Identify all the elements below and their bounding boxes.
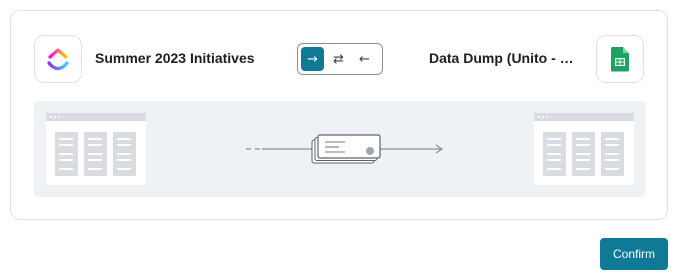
arrows-two-way-icon[interactable]: ⇄ <box>327 47 350 71</box>
google-sheets-logo-icon <box>596 35 644 83</box>
source-board-illustration <box>46 113 146 185</box>
sync-setup-card: Summer 2023 Initiatives → ⇄ ← Data Dump … <box>10 10 668 220</box>
clickup-logo-icon <box>34 35 82 83</box>
arrow-left-icon[interactable]: ← <box>353 47 376 71</box>
arrow-right-icon[interactable]: → <box>301 47 324 71</box>
destination-board-illustration <box>534 113 634 185</box>
confirm-button[interactable]: Confirm <box>600 238 668 270</box>
left-app-name: Summer 2023 Initiatives <box>95 50 255 66</box>
sync-flow-arrow-icon <box>246 134 444 164</box>
sync-preview-illustration <box>34 101 645 197</box>
right-app-name: Data Dump (Unito - ClickUp) <box>429 50 583 66</box>
sync-direction-toggle: → ⇄ ← <box>297 43 383 75</box>
